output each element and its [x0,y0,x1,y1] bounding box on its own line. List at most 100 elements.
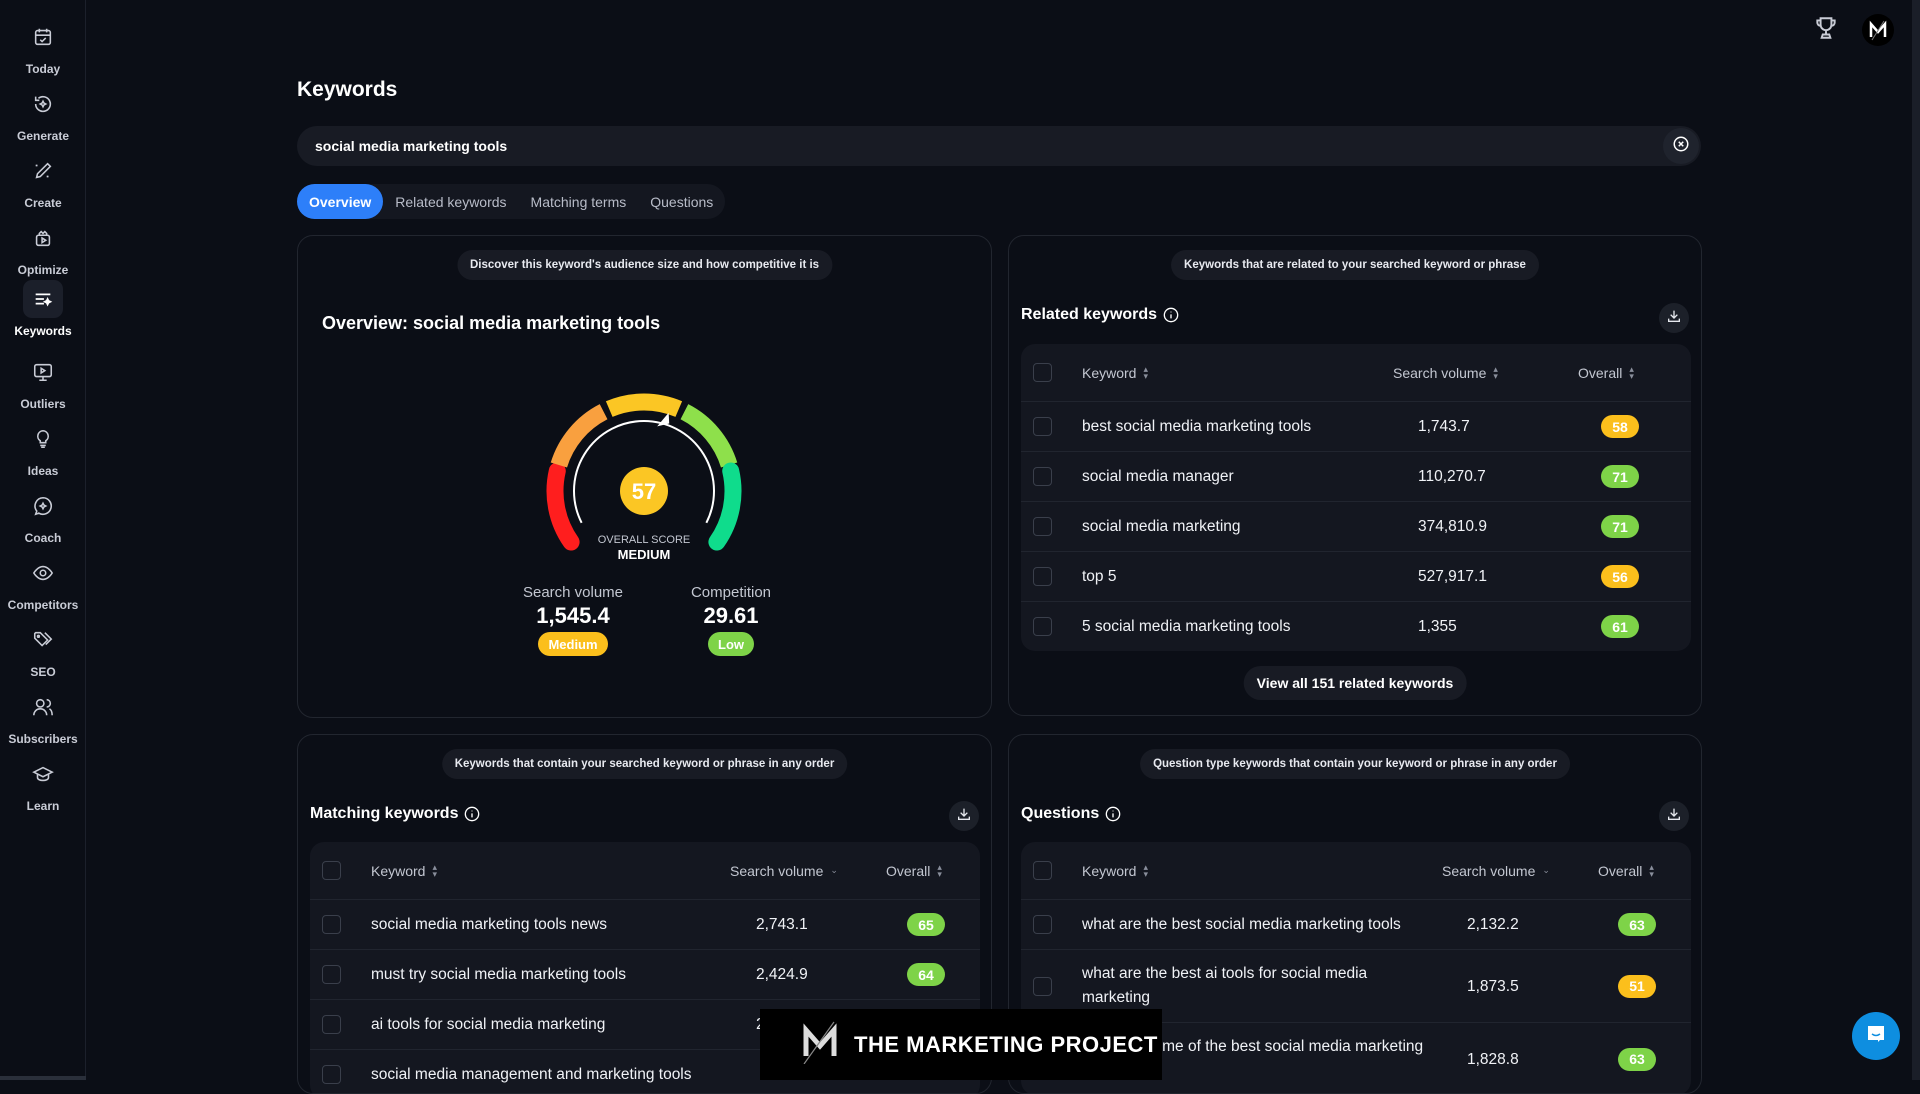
column-keyword[interactable]: Keyword ▴ ▾ [1082,364,1148,381]
sidebar-item-today[interactable]: Today [0,18,86,76]
overview-card: Discover this keyword's audience size an… [297,235,992,718]
overall-score-badge: 71 [1601,515,1639,538]
sidebar-item-generate[interactable]: Generate [0,85,86,143]
search-volume-cell: 2,424.9 [756,966,808,983]
keyword-cell[interactable]: social media management and marketing to… [371,1063,716,1087]
gauge-segment [546,462,580,551]
avatar[interactable] [1862,14,1894,46]
sidebar-item-seo[interactable]: SEO [0,621,86,679]
page-title: Keywords [297,78,398,101]
search-volume-cell: 110,270.7 [1418,468,1486,485]
overall-score-badge: 63 [1618,913,1656,936]
overall-score-badge: 71 [1601,465,1639,488]
row-checkbox[interactable] [1033,517,1052,536]
column-overall-label: Overall [886,862,931,879]
row-checkbox[interactable] [1033,915,1052,934]
column-overall[interactable]: Overall ▴ ▾ [1578,364,1634,381]
keyword-cell[interactable]: social media marketing tools news [371,913,716,937]
clear-search-button[interactable] [1663,128,1699,164]
related-keywords-table: Keyword ▴ ▾ Search volume ▴ ▾ Overall ▴ ▾ best so… [1021,344,1691,651]
row-checkbox[interactable] [322,915,341,934]
keyword-cell[interactable]: social media manager [1082,465,1402,489]
chat-bubble-icon [1864,1022,1888,1051]
trophy-button[interactable] [1810,14,1842,46]
sidebar-item-ideas[interactable]: Ideas [0,420,86,478]
search-volume-cell: 1,355 [1418,618,1457,635]
select-all-checkbox[interactable] [322,861,341,880]
table-row[interactable]: must try social media marketing tools 2,4… [310,949,980,999]
row-checkbox[interactable] [322,1015,341,1034]
calendar-check-icon [23,18,63,56]
table-row[interactable]: social media marketing tools news 2,743.1… [310,899,980,949]
download-questions-button[interactable] [1659,801,1689,831]
info-icon[interactable] [464,806,480,822]
table-row[interactable]: 5 social media marketing tools 1,355 61 [1021,601,1691,651]
download-matching-button[interactable] [949,801,979,831]
table-row[interactable]: social media manager 110,270.7 71 [1021,451,1691,501]
sidebar-item-create[interactable]: Create [0,152,86,210]
table-header: Keyword ▴ ▾ Search volume ▴ ▾ Overall ▴ ▾ [1021,344,1691,401]
column-search-volume[interactable]: Search volume ▴ ▾ [1393,364,1498,381]
search-input[interactable] [315,138,1615,154]
download-related-button[interactable] [1659,303,1689,333]
column-overall[interactable]: Overall ▴ ▾ [1598,862,1654,879]
related-keywords-card: Keywords that are related to your search… [1008,235,1702,716]
select-all-checkbox[interactable] [1033,861,1052,880]
tab-matching-terms[interactable]: Matching terms [519,184,639,219]
column-search-volume[interactable]: Search volume ⌄ [730,863,838,879]
trophy-icon [1813,14,1839,47]
row-checkbox[interactable] [1033,976,1052,996]
sidebar-item-learn[interactable]: Learn [0,755,86,813]
row-checkbox[interactable] [1033,567,1052,586]
keyword-cell[interactable]: must try social media marketing tools [371,963,716,987]
table-row[interactable]: best social media marketing tools 1,743.7… [1021,401,1691,451]
table-header: Keyword ▴ ▾ Search volume ⌄ Overall ▴ ▾ [310,842,980,899]
search-volume-cell: 1,828.8 [1467,1050,1519,1068]
row-checkbox[interactable] [322,1065,341,1084]
page-scrollbar[interactable] [1912,0,1920,1080]
sidebar-item-subscribers[interactable]: Subscribers [0,688,86,746]
view-all-related-button[interactable]: View all 151 related keywords [1243,666,1467,700]
overview-title: Overview: social media marketing tools [322,313,661,333]
download-icon [1666,308,1682,329]
tab-related-keywords[interactable]: Related keywords [383,184,518,219]
users-icon [23,688,63,726]
info-icon[interactable] [1105,806,1121,822]
download-icon [1666,806,1682,827]
column-keyword[interactable]: Keyword ▴ ▾ [371,862,437,879]
tab-questions[interactable]: Questions [638,184,725,219]
keyword-cell[interactable]: what are the best social media marketing… [1082,913,1437,937]
keyword-cell[interactable]: top 5 [1082,565,1402,589]
table-row[interactable]: what are the best social media marketing… [1021,899,1691,949]
table-row[interactable]: social media marketing 374,810.9 71 [1021,501,1691,551]
column-keyword[interactable]: Keyword ▴ ▾ [1082,861,1148,879]
sidebar-item-optimize[interactable]: Optimize [0,219,86,277]
column-overall[interactable]: Overall ▴ ▾ [886,862,942,879]
search-volume-stat: Search volume 1,545.4 Medium [508,584,638,656]
tab-overview[interactable]: Overview [297,184,384,219]
row-checkbox[interactable] [322,965,341,984]
sidebar-item-coach[interactable]: Coach [0,487,86,545]
gauge-segment [605,393,683,417]
sidebar-item-competitors[interactable]: Competitors [0,554,86,612]
keyword-cell[interactable]: what are the best ai tools for social me… [1082,962,1437,1010]
overall-score-badge: 61 [1601,615,1639,638]
keyword-cell[interactable]: 5 social media marketing tools [1082,615,1402,639]
keyword-cell[interactable]: ai tools for social media marketing [371,1013,716,1037]
search-volume-cell: 374,810.9 [1418,518,1487,535]
table-row[interactable]: top 5 527,917.1 56 [1021,551,1691,601]
keyword-cell[interactable]: social media marketing [1082,515,1402,539]
sidebar-item-outliers[interactable]: Outliers [0,353,86,411]
info-icon[interactable] [1163,307,1179,323]
select-all-checkbox[interactable] [1033,363,1052,382]
row-checkbox[interactable] [1033,617,1052,636]
watermark-banner: THE MARKETING PROJECT [760,1009,1162,1080]
column-search-volume[interactable]: Search volume ⌄ [1442,863,1550,879]
support-chat-button[interactable] [1852,1012,1900,1060]
row-checkbox[interactable] [1033,417,1052,436]
sidebar-item-keywords[interactable]: Keywords [0,280,86,338]
row-checkbox[interactable] [1033,467,1052,486]
overall-score-badge: 51 [1618,974,1656,998]
keyword-cell[interactable]: best social media marketing tools [1082,415,1402,439]
sort-icon: ▴ ▾ [1143,861,1148,879]
